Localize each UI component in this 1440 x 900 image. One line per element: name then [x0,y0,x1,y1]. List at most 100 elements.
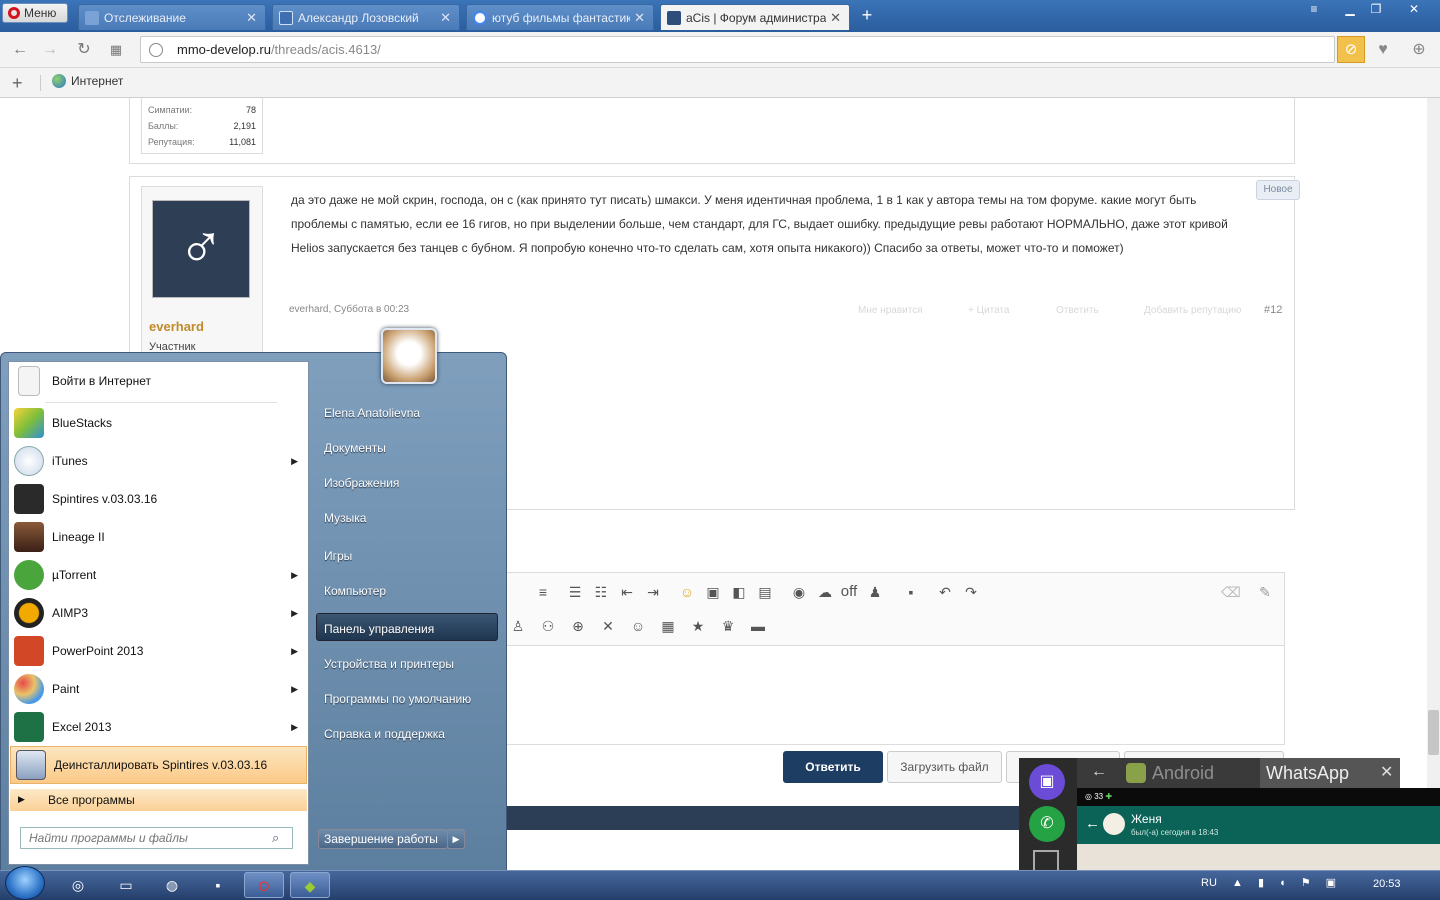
tab-menu-icon[interactable]: ≡ [1300,0,1328,18]
start-item-bluestacks[interactable]: BlueStacks [9,404,308,442]
reply-button[interactable]: Ответить [783,751,883,783]
eraser-icon[interactable]: ⌫ [1220,578,1242,606]
places-user-name[interactable]: Elena Anatolievna [324,406,420,420]
android-tab[interactable]: Android [1122,758,1258,788]
new-tab-button[interactable]: + [857,5,877,25]
remove-icon[interactable]: ✕ [597,612,619,640]
start-item-powerpoint[interactable]: PowerPoint 2013 ▶ [9,632,308,670]
keyboard-language[interactable]: RU [1201,877,1217,889]
adblock-icon[interactable]: ⊘ [1337,36,1365,63]
contact-name[interactable]: Женя [1131,812,1162,826]
contact-avatar[interactable] [1103,813,1125,835]
avatar[interactable]: ♂ [152,200,250,298]
reply-link[interactable]: Ответить [1056,305,1099,316]
save-icon[interactable]: ▪ [900,578,922,606]
minimize-button[interactable]: ▁ [1336,0,1364,18]
user-tag-icon[interactable]: ♙ [507,612,529,640]
all-programs-button[interactable]: ▶ Все программы [10,789,307,811]
start-item-lineage[interactable]: Lineage II [9,518,308,556]
trophy-icon[interactable]: ♛ [717,612,739,640]
bookmark-internet[interactable]: Интернет [52,74,123,88]
user-account-picture[interactable] [381,328,437,384]
back-arrow-icon[interactable]: ← [10,40,30,60]
start-item-internet[interactable]: Войти в Интернет [9,362,308,400]
post-author-name[interactable]: everhard [149,319,204,334]
start-item-spintires[interactable]: Spintires v.03.03.16 [9,480,308,518]
upload-file-button[interactable]: Загрузить файл [887,751,1002,783]
align-left-icon[interactable]: ≡ [532,578,554,606]
add-user-icon[interactable]: ⊕ [567,612,589,640]
heart-bookmark-icon[interactable]: ♥ [1373,40,1393,60]
taskbar-save-icon[interactable]: ▪ [198,872,238,898]
places-games[interactable]: Игры [324,549,352,563]
places-help-support[interactable]: Справка и поддержка [324,727,445,741]
post-number[interactable]: #12 [1264,304,1282,316]
media-icon[interactable]: ◧ [728,578,750,606]
start-search-input[interactable] [20,827,293,849]
bullet-list-icon[interactable]: ☰ [564,578,586,606]
user-icon[interactable]: ♟ [864,578,886,606]
site-info-icon[interactable] [149,42,163,57]
indent-icon[interactable]: ⇥ [642,578,664,606]
shutdown-options-icon[interactable]: ▶ [447,829,465,849]
opera-menu-button[interactable]: Меню [2,3,68,23]
undo-icon[interactable]: ↶ [934,578,956,606]
folder-icon[interactable]: ▬ [747,612,769,640]
places-computer[interactable]: Компьютер [324,584,386,598]
image-icon[interactable]: ▣ [702,578,724,606]
taskbar-bluestacks-icon[interactable]: ◆ [290,872,330,898]
places-control-panel[interactable]: Панель управления [324,622,434,636]
calendar-icon[interactable]: ▦ [657,612,679,640]
scrollbar-thumb[interactable] [1428,710,1439,755]
add-reputation-link[interactable]: Добавить репутацию [1144,305,1241,316]
close-icon[interactable]: ✕ [246,10,257,26]
taskbar-opera-icon[interactable]: O [244,872,284,898]
tab-tracking[interactable]: Отслеживание ✕ [78,4,266,30]
places-devices-printers[interactable]: Устройства и принтеры [324,657,454,671]
places-documents[interactable]: Документы [324,441,386,455]
redo-icon[interactable]: ↷ [960,578,982,606]
add-bookmark-icon[interactable]: + [12,73,23,94]
taskbar-media-player-icon[interactable]: ◍ [152,872,192,898]
tab-lozovsky[interactable]: Александр Лозовский ✕ [272,4,460,30]
tab-youtube-search[interactable]: ютуб фильмы фантастика ✕ [466,4,654,30]
screen-rotate-icon[interactable] [1033,850,1059,870]
close-window-button[interactable]: ✕ [1398,0,1430,18]
search-icon[interactable]: ⌕ [272,830,279,846]
back-arrow-icon[interactable]: ← [1091,763,1107,781]
back-arrow-icon[interactable]: ← [1085,815,1100,832]
close-icon[interactable]: ✕ [830,10,841,26]
close-icon[interactable]: ✕ [634,10,645,26]
windows-start-icon[interactable] [5,866,45,900]
shutdown-button[interactable]: Завершение работы [318,829,448,849]
quote-link[interactable]: + Цитата [968,305,1009,316]
taskbar-explorer-icon[interactable]: ▭ [106,872,146,898]
emoticon-icon[interactable]: ☺ [627,612,649,640]
source-mode-icon[interactable]: ✎ [1254,578,1276,606]
forward-arrow-icon[interactable]: → [40,40,60,60]
system-tray-icons[interactable]: ▲ ▮ ◖ ⚑ ▣ [1232,876,1342,889]
start-item-aimp[interactable]: AIMP3 ▶ [9,594,308,632]
taskbar-itunes-icon[interactable]: ◎ [58,872,98,898]
address-bar[interactable]: mmo-develop.ru/threads/acis.4613/ [140,36,1335,63]
download-icon[interactable]: ⊕ [1409,40,1429,60]
smilies-icon[interactable]: ☺ [676,578,698,606]
places-music[interactable]: Музыка [324,511,366,525]
users-icon[interactable]: ⚇ [537,612,559,640]
whatsapp-tab[interactable]: WhatsApp [1260,758,1400,788]
star-icon[interactable]: ★ [687,612,709,640]
numbered-list-icon[interactable]: ☷ [590,578,612,606]
like-link[interactable]: Мне нравится [858,305,923,316]
restore-button[interactable]: ❐ [1362,0,1390,18]
post-meta[interactable]: everhard, Суббота в 00:23 [289,304,409,315]
camera-icon[interactable]: ◉ [788,578,810,606]
off-toggle[interactable]: off [838,578,860,606]
close-icon[interactable]: ✕ [440,10,451,26]
speed-dial-grid-icon[interactable]: ▦ [106,40,126,60]
outdent-icon[interactable]: ⇤ [616,578,638,606]
message-editor[interactable] [505,645,1285,745]
start-item-paint[interactable]: Paint ▶ [9,670,308,708]
taskbar-clock[interactable]: 20:53 [1373,878,1401,890]
start-item-excel[interactable]: Excel 2013 ▶ [9,708,308,746]
places-pictures[interactable]: Изображения [324,476,399,490]
